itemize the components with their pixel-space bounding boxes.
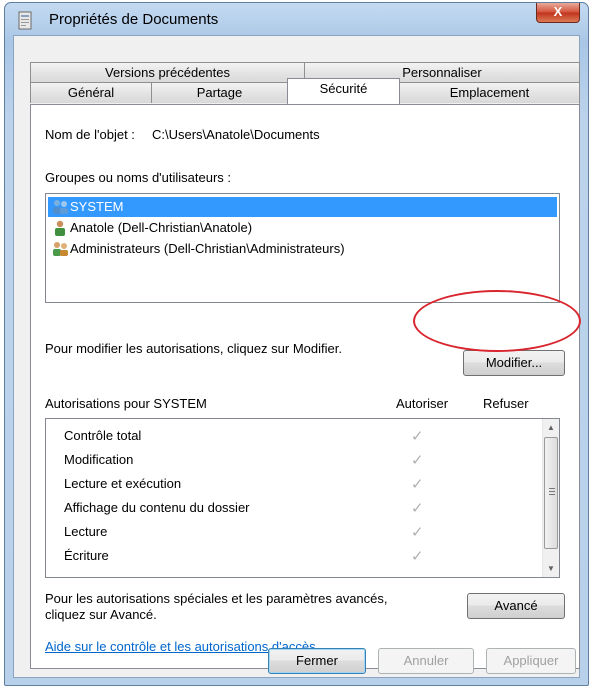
- allow-check-icon: ✓: [411, 428, 424, 445]
- groups-label: Groupes ou noms d'utilisateurs :: [45, 170, 232, 185]
- tab-label: Emplacement: [449, 85, 530, 100]
- permission-row: Affichage du contenu du dossier: [64, 496, 250, 520]
- cancel-button-label: Annuler: [403, 653, 449, 668]
- group-name: Anatole (Dell-Christian\Anatole): [70, 220, 253, 235]
- title-bar[interactable]: Propriétés de Documents X: [5, 3, 588, 35]
- list-item-system[interactable]: SYSTEM: [48, 197, 557, 217]
- apply-button[interactable]: Appliquer: [486, 648, 576, 674]
- permission-name: Lecture: [64, 524, 108, 539]
- group-name: SYSTEM: [70, 199, 124, 214]
- allow-check-icon: ✓: [411, 548, 424, 565]
- permission-row: Contrôle total: [64, 424, 141, 448]
- permission-row: Écriture: [64, 544, 109, 568]
- folder-properties-icon: [18, 11, 32, 30]
- permission-row: Modification: [64, 448, 133, 472]
- scroll-up-icon[interactable]: ▲: [543, 419, 559, 436]
- tab-securite[interactable]: Sécurité: [287, 78, 400, 104]
- dialog-client-area: Versions précédentes Personnaliser Génér…: [13, 35, 580, 678]
- permission-name: Lecture et exécution: [64, 476, 182, 491]
- permission-name: Affichage du contenu du dossier: [64, 500, 250, 515]
- object-path: C:\Users\Anatole\Documents: [152, 127, 320, 142]
- tab-label: Versions précédentes: [104, 65, 231, 80]
- tab-label: Personnaliser: [402, 65, 482, 80]
- close-ok-button[interactable]: Fermer: [268, 648, 366, 674]
- permission-row: Lecture: [64, 520, 107, 544]
- list-item-anatole[interactable]: Anatole (Dell-Christian\Anatole): [48, 218, 252, 238]
- allow-check-icon: ✓: [411, 476, 424, 493]
- object-name-label: Nom de l'objet :: [45, 127, 135, 142]
- highlight-circle: [413, 290, 581, 352]
- allow-check-icon: ✓: [411, 500, 424, 517]
- advanced-button-label: Avancé: [494, 598, 538, 613]
- scroll-thumb[interactable]: [544, 437, 558, 549]
- tab-label: Sécurité: [319, 81, 368, 96]
- permissions-scrollbar[interactable]: ▲ ▼: [542, 419, 559, 577]
- permission-name: Écriture: [64, 548, 109, 563]
- advanced-instructions-line2: cliquez sur Avancé.: [45, 607, 157, 622]
- allow-check-icon: ✓: [411, 452, 424, 469]
- group-name: Administrateurs (Dell-Christian\Administ…: [70, 241, 345, 256]
- modify-button[interactable]: Modifier...: [463, 350, 565, 376]
- tab-label: Général: [67, 85, 115, 100]
- apply-button-label: Appliquer: [503, 653, 559, 668]
- admin-group-icon: [53, 242, 68, 256]
- cancel-button[interactable]: Annuler: [378, 648, 474, 674]
- permission-name: Modification: [64, 452, 134, 467]
- advanced-instructions-line1: Pour les autorisations spéciales et les …: [45, 591, 388, 606]
- permissions-list[interactable]: Contrôle total ✓ Modification ✓ Lecture …: [45, 418, 560, 578]
- allow-check-icon: ✓: [411, 524, 424, 541]
- tab-versions-precedentes[interactable]: Versions précédentes: [30, 62, 305, 83]
- column-allow: Autoriser: [396, 396, 449, 411]
- permissions-label: Autorisations pour SYSTEM: [45, 396, 207, 411]
- modify-instructions: Pour modifier les autorisations, cliquez…: [45, 341, 342, 356]
- advanced-button[interactable]: Avancé: [467, 593, 565, 619]
- scroll-down-icon[interactable]: ▼: [543, 560, 559, 577]
- groups-listbox[interactable]: SYSTEM Anatole (Dell-Christian\Anatole): [45, 193, 560, 303]
- user-icon: [55, 220, 65, 236]
- permission-row: Lecture et exécution: [64, 472, 181, 496]
- ok-button-label: Fermer: [296, 653, 338, 668]
- close-icon: X: [553, 4, 563, 19]
- tab-emplacement[interactable]: Emplacement: [399, 82, 580, 103]
- permission-name: Contrôle total: [64, 428, 142, 443]
- tab-partage[interactable]: Partage: [151, 82, 288, 103]
- column-deny: Refuser: [483, 396, 529, 411]
- security-tab-panel: Nom de l'objet : C:\Users\Anatole\Docume…: [30, 104, 580, 669]
- window-title: Propriétés de Documents: [49, 11, 219, 28]
- list-item-administrateurs[interactable]: Administrateurs (Dell-Christian\Administ…: [48, 239, 345, 259]
- tab-general[interactable]: Général: [30, 82, 152, 103]
- tab-label: Partage: [196, 85, 243, 100]
- close-button[interactable]: X: [536, 3, 580, 23]
- modify-button-label: Modifier...: [485, 355, 543, 370]
- group-users-icon: [53, 200, 68, 214]
